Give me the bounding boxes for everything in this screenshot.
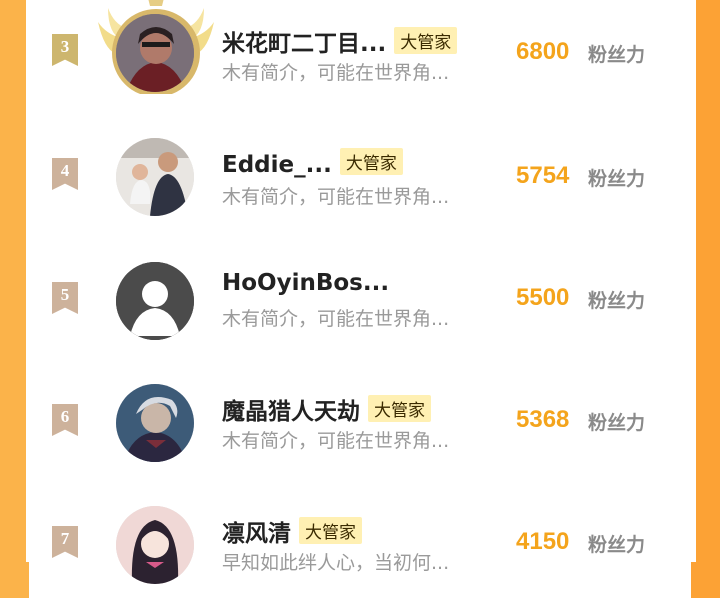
fan-score-unit: 粉丝力	[588, 168, 646, 190]
user-name-text: Eddie_...	[222, 152, 332, 178]
user-bio: 木有简介，可能在世界角...	[222, 186, 450, 208]
avatar[interactable]	[116, 138, 194, 216]
avatar[interactable]	[116, 384, 194, 462]
avatar-wrap	[116, 262, 194, 340]
user-bio: 木有简介，可能在世界角...	[222, 430, 450, 452]
fan-score: 5500	[516, 284, 570, 311]
avatar[interactable]	[116, 506, 194, 584]
avatar-wrap	[116, 138, 194, 216]
fan-score-unit: 粉丝力	[588, 290, 646, 312]
list-item[interactable]: 7 凛风清 大管家 早知如此绊人心，当初何... 4150 粉丝力	[26, 488, 696, 598]
user-name-text: 米花町二丁目...	[222, 31, 387, 57]
fan-score-unit: 粉丝力	[588, 412, 646, 434]
user-name[interactable]: Eddie_... 大管家	[222, 148, 403, 178]
fan-score: 6800	[516, 38, 570, 65]
list-item[interactable]: 5 HoOyinBos... 木有简介，可能在世界角... 5500 粉丝力	[26, 244, 696, 354]
list-item[interactable]: 6 魔晶猎人天劫 大管家 木有简介，可能在世界角... 5368 粉丝力	[26, 366, 696, 476]
rank-ribbon: 5	[52, 282, 78, 314]
avatar-wrap	[116, 506, 194, 584]
role-badge: 大管家	[394, 27, 458, 54]
user-name[interactable]: 魔晶猎人天劫 大管家	[222, 392, 431, 426]
user-name-text: 魔晶猎人天劫	[222, 399, 360, 425]
fan-score: 5368	[516, 406, 570, 433]
user-name[interactable]: 凛风清 大管家	[222, 514, 362, 548]
fan-score: 5754	[516, 162, 570, 189]
list-item[interactable]: 4 Eddie_... 大管家 木有简介，可能在世界角... 5754 粉丝力	[26, 122, 696, 232]
user-name[interactable]: 米花町二丁目... 大管家	[222, 24, 458, 58]
user-name-text: 凛风清	[222, 521, 291, 547]
role-badge: 大管家	[339, 148, 403, 175]
avatar-with-wings	[98, 0, 214, 94]
default-avatar-icon[interactable]	[116, 262, 194, 340]
rank-ribbon: 7	[52, 526, 78, 558]
fan-score-unit: 粉丝力	[588, 44, 646, 66]
rank-ribbon: 4	[52, 158, 78, 190]
avatar-wrap	[116, 384, 194, 462]
role-badge: 大管家	[368, 395, 431, 422]
role-badge: 大管家	[299, 517, 362, 544]
fan-score-unit: 粉丝力	[588, 534, 646, 556]
user-bio: 木有简介，可能在世界角...	[222, 62, 450, 84]
rank-ribbon: 3	[52, 34, 78, 66]
avatar[interactable]	[116, 14, 194, 92]
ranking-list: 3 米花町二丁目... 大管家 木有简介，可能在世界角... 6800 粉丝力 …	[26, 0, 696, 584]
user-bio: 木有简介，可能在世界角...	[222, 308, 450, 330]
user-name[interactable]: HoOyinBos...	[222, 270, 389, 296]
list-item[interactable]: 3 米花町二丁目... 大管家 木有简介，可能在世界角... 6800 粉丝力	[26, 0, 696, 110]
fan-score: 4150	[516, 528, 570, 555]
user-name-text: HoOyinBos...	[222, 270, 390, 296]
rank-ribbon: 6	[52, 404, 78, 436]
